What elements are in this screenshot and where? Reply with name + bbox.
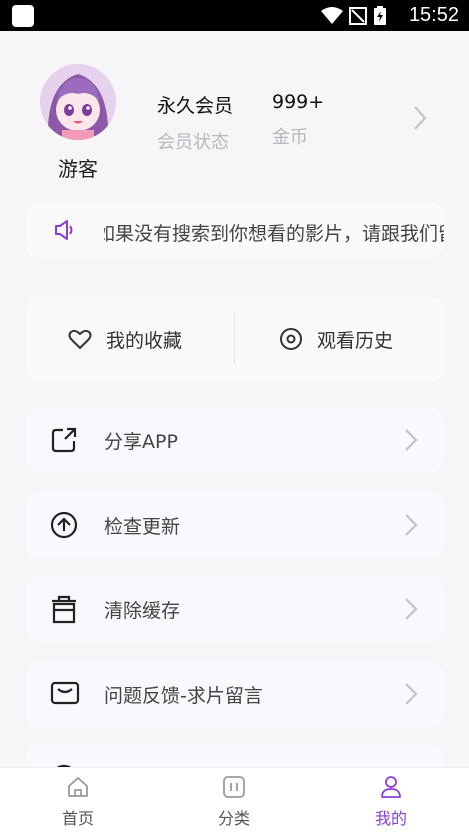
coin-balance-value: 999+ [272, 91, 325, 113]
menu-item-check-update[interactable]: 检查更新 [26, 492, 444, 558]
chevron-right-icon [405, 514, 418, 536]
history-label: 观看历史 [317, 329, 394, 352]
menu-item-clear-cache[interactable]: 清除缓存 [26, 576, 444, 642]
wifi-icon [321, 7, 343, 24]
share-icon [51, 427, 77, 453]
vip-status-value: 永久会员 [157, 95, 234, 117]
menu-item-label: 清除缓存 [104, 600, 181, 622]
profile-page: 游客 永久会员 会员状态 999+ 金币 如果没有搜索到你想看的影片，请跟我们留… [0, 31, 469, 767]
upload-arrow-icon [50, 511, 78, 539]
favorites-label: 我的收藏 [106, 329, 183, 352]
vip-status-label: 会员状态 [157, 132, 229, 153]
notice-text: 如果没有搜索到你想看的影片，请跟我们留言 [104, 223, 444, 245]
coin-balance-label: 金币 [272, 127, 308, 148]
no-signal-icon [349, 7, 367, 25]
tab-category-label: 分类 [217, 809, 250, 828]
app-notification-icon [12, 5, 34, 27]
avatar[interactable] [40, 64, 116, 140]
menu-item-share[interactable]: 分享APP [26, 407, 444, 473]
menu-item-feedback[interactable]: 问题反馈-求片留言 [26, 661, 444, 727]
bottom-tab-bar: 首页 分类 我的 [0, 767, 469, 833]
menu-item-more[interactable] [26, 745, 444, 767]
history-play-icon [280, 328, 302, 350]
chevron-right-icon [405, 429, 418, 451]
tab-home-label: 首页 [61, 809, 94, 828]
favorites-button[interactable]: 我的收藏 [68, 296, 182, 382]
status-icons [321, 6, 387, 26]
tab-mine[interactable]: 我的 [351, 776, 431, 829]
user-icon [381, 776, 401, 798]
coin-balance: 999+ 金币 [272, 91, 324, 149]
chevron-right-icon[interactable] [410, 103, 430, 133]
status-bar: 15:52 [0, 0, 469, 31]
speaker-icon [55, 220, 73, 240]
profile-header[interactable]: 游客 永久会员 会员状态 999+ 金币 [0, 31, 469, 191]
heart-icon [68, 329, 92, 349]
notice-marquee: 如果没有搜索到你想看的影片，请跟我们留言 [26, 202, 444, 258]
quick-links: 我的收藏 观看历史 [26, 296, 444, 382]
history-button[interactable]: 观看历史 [279, 296, 393, 382]
menu-item-label: 分享APP [104, 431, 178, 453]
category-icon [223, 776, 245, 798]
battery-charging-icon [374, 6, 386, 25]
menu-item-label: 问题反馈-求片留言 [104, 685, 263, 707]
username: 游客 [58, 157, 98, 181]
trash-icon [52, 595, 76, 624]
menu-item-label: 检查更新 [104, 516, 181, 538]
status-time: 15:52 [408, 4, 459, 26]
message-box-icon [50, 681, 80, 705]
chevron-right-icon [405, 683, 418, 705]
tab-mine-label: 我的 [374, 809, 407, 828]
chevron-right-icon [405, 598, 418, 620]
tab-category[interactable]: 分类 [194, 776, 274, 829]
avatar-image [40, 64, 116, 140]
quick-links-divider [234, 312, 235, 364]
vip-status: 永久会员 会员状态 [157, 91, 233, 154]
home-icon [68, 777, 88, 797]
tab-home[interactable]: 首页 [38, 776, 118, 829]
